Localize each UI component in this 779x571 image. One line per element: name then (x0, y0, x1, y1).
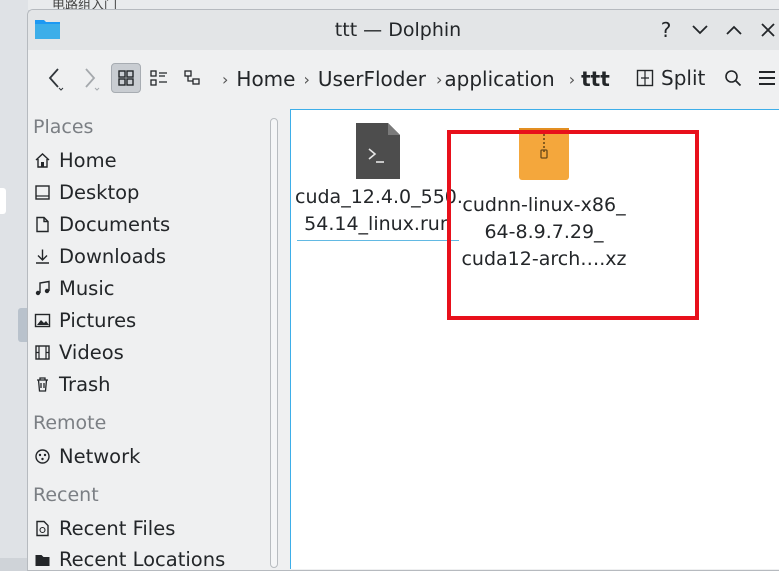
place-item-desktop[interactable]: Desktop (33, 177, 139, 207)
background-tab (0, 188, 6, 214)
background-desktop-edge (0, 0, 28, 558)
close-button[interactable] (754, 16, 779, 44)
close-icon (761, 23, 775, 37)
pictures-icon (33, 311, 51, 329)
selection-underline (297, 240, 459, 241)
places-panel: Places Home Desktop Documents Downloads … (28, 108, 286, 571)
breadcrumb: › Home › UserFloder › application › ttt (214, 64, 610, 94)
back-arrow-icon (48, 68, 64, 91)
breadcrumb-separator-icon: › (303, 69, 310, 89)
recent-header: Recent (33, 484, 99, 506)
minimize-button[interactable] (686, 16, 714, 44)
maximize-button[interactable] (720, 16, 748, 44)
downloads-icon (33, 247, 51, 265)
annotation-highlight-box (447, 130, 699, 320)
place-label: Music (59, 276, 115, 300)
breadcrumb-separator-icon: › (222, 69, 229, 89)
breadcrumb-item-application[interactable]: application (444, 67, 554, 91)
music-icon (33, 279, 51, 297)
script-file-icon (356, 123, 400, 179)
place-item-music[interactable]: Music (33, 273, 114, 303)
hamburger-menu-button[interactable] (754, 64, 779, 92)
desktop-icon (33, 183, 51, 201)
search-button[interactable] (720, 64, 746, 92)
breadcrumb-separator-icon: › (568, 69, 576, 89)
grid-view-icon (118, 70, 134, 86)
place-item-network[interactable]: Network (33, 441, 140, 471)
breadcrumb-item-home[interactable]: Home (236, 67, 295, 91)
breadcrumb-item-current[interactable]: ttt (581, 67, 610, 91)
file-name-line: cuda_12.4.0_550. (295, 186, 463, 208)
place-item-pictures[interactable]: Pictures (33, 305, 136, 335)
place-label: Trash (59, 372, 111, 396)
title-bar[interactable]: ttt — Dolphin ? (28, 10, 779, 50)
place-item-trash[interactable]: Trash (33, 369, 111, 399)
details-view-button[interactable] (178, 63, 208, 93)
file-item-cuda-run[interactable]: cuda_12.4.0_550. 54.14_linux.run (295, 122, 463, 238)
place-label: Recent Locations (59, 547, 226, 571)
forward-arrow-icon (85, 68, 100, 91)
chevron-up-icon (726, 25, 742, 35)
help-button[interactable]: ? (652, 16, 680, 44)
places-header: Places (33, 116, 94, 138)
place-label: Videos (59, 340, 124, 364)
network-icon (33, 447, 51, 465)
place-item-documents[interactable]: Documents (33, 209, 170, 239)
file-name-line: 54.14_linux.run (304, 213, 452, 235)
place-label: Desktop (59, 180, 140, 204)
place-label: Home (59, 148, 117, 172)
dolphin-window: ttt — Dolphin ? › Home › UserFloder › ap… (27, 9, 779, 571)
place-label: Network (59, 444, 141, 468)
file-view[interactable]: cuda_12.4.0_550. 54.14_linux.run cudnn-l… (290, 109, 779, 569)
hamburger-menu-icon (759, 71, 775, 85)
place-item-videos[interactable]: Videos (33, 337, 124, 367)
places-scrollbar[interactable] (270, 118, 278, 568)
compact-view-icon (150, 70, 167, 86)
documents-icon (33, 215, 51, 233)
home-icon (33, 151, 51, 169)
breadcrumb-separator-icon: › (435, 69, 443, 89)
split-view-icon (636, 69, 654, 87)
place-label: Recent Files (59, 516, 176, 540)
trash-icon (33, 375, 51, 393)
videos-icon (33, 343, 51, 361)
place-label: Pictures (59, 308, 137, 332)
recent-files-icon (33, 519, 51, 537)
place-item-downloads[interactable]: Downloads (33, 241, 166, 271)
back-button[interactable] (40, 64, 70, 94)
compact-view-button[interactable] (144, 63, 174, 93)
place-label: Documents (59, 212, 171, 236)
main-toolbar: › Home › UserFloder › application › ttt … (28, 50, 779, 108)
help-icon: ? (660, 18, 672, 42)
recent-locations-icon (33, 550, 51, 568)
split-button[interactable]: Split (636, 63, 705, 93)
search-icon (725, 70, 742, 87)
place-item-recent-files[interactable]: Recent Files (33, 513, 175, 543)
remote-header: Remote (33, 412, 107, 434)
place-label: Downloads (59, 244, 167, 268)
breadcrumb-item-userfloder[interactable]: UserFloder (318, 67, 426, 91)
forward-button[interactable] (76, 64, 106, 94)
chevron-down-icon (692, 25, 708, 35)
tree-view-icon (184, 70, 200, 85)
place-item-home[interactable]: Home (33, 145, 117, 175)
split-label: Split (661, 66, 706, 90)
icons-view-button[interactable] (111, 63, 141, 93)
